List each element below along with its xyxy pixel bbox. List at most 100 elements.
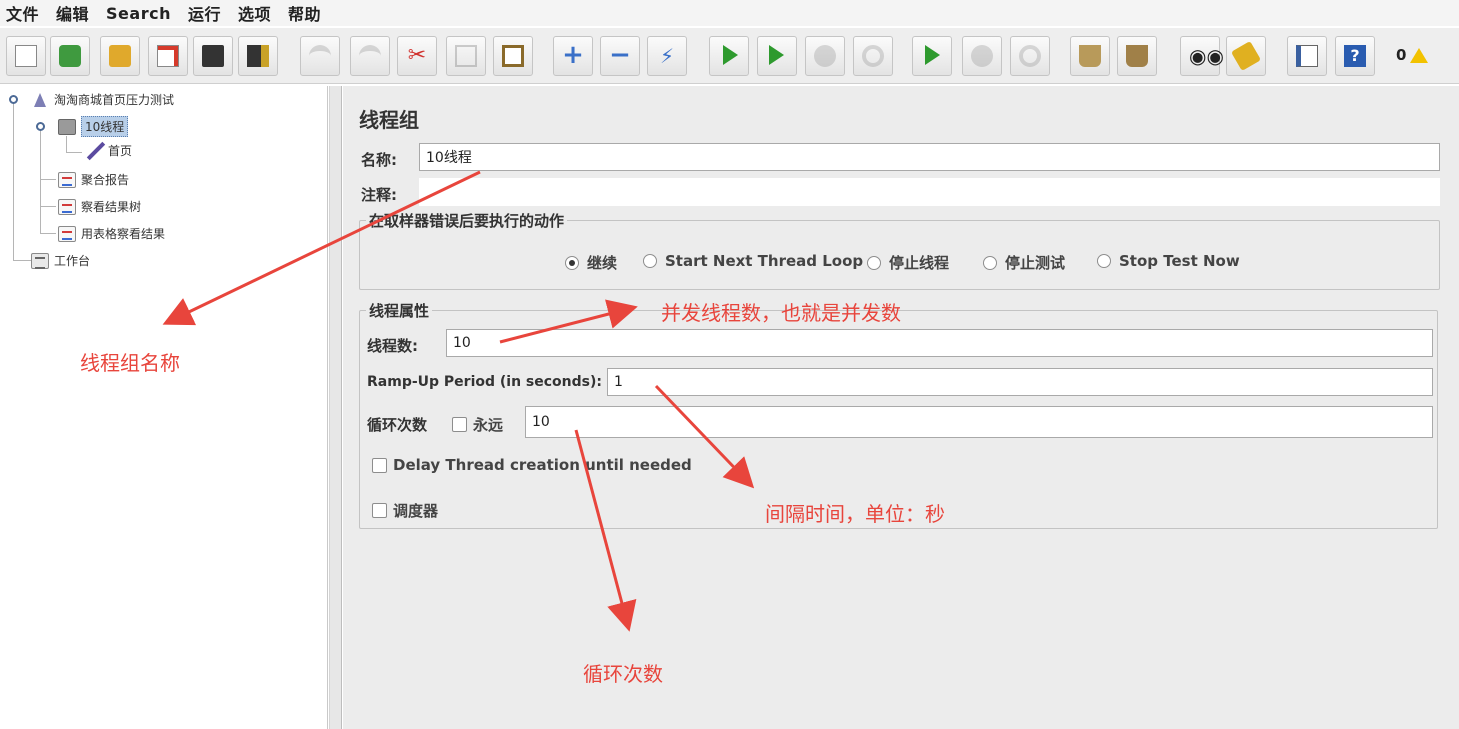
copy-button[interactable]	[446, 36, 486, 76]
checkbox-label: Delay Thread creation until needed	[393, 456, 692, 474]
tree-item-listener[interactable]: 察看结果树	[58, 198, 141, 215]
copy-icon	[455, 45, 477, 67]
templates-icon	[59, 45, 81, 67]
tree-line	[40, 130, 41, 233]
radio-label: Stop Test Now	[1119, 252, 1240, 270]
close-button[interactable]	[148, 36, 188, 76]
cut-button[interactable]: ✂	[397, 36, 437, 76]
tree-item-workbench[interactable]: 工作台	[31, 252, 90, 269]
reset-search-button[interactable]	[1226, 36, 1266, 76]
tree-item-label: 察看结果树	[81, 200, 142, 214]
templates-button[interactable]	[50, 36, 90, 76]
radio-continue[interactable]: 继续	[565, 252, 617, 273]
clear-all-button[interactable]	[1117, 36, 1157, 76]
radio-label: Start Next Thread Loop	[665, 252, 864, 270]
delay-thread-checkbox[interactable]: Delay Thread creation until needed	[372, 456, 692, 474]
close-icon	[157, 45, 179, 67]
collapse-button[interactable]: −	[600, 36, 640, 76]
open-icon	[109, 45, 131, 67]
tree-line	[40, 206, 56, 207]
radio-label: 停止测试	[1005, 254, 1066, 272]
checkbox-box	[372, 457, 387, 473]
save-button[interactable]	[193, 36, 233, 76]
remote-stop-button[interactable]	[962, 36, 1002, 76]
paste-button[interactable]	[493, 36, 533, 76]
undo-button[interactable]	[300, 36, 340, 76]
tree-item-thread-group[interactable]: 10线程	[58, 116, 129, 137]
tree-item-label: 工作台	[54, 254, 91, 268]
paste-icon	[502, 45, 524, 67]
radio-start-next-loop[interactable]: Start Next Thread Loop	[643, 252, 863, 270]
radio-stop-test-now[interactable]: Stop Test Now	[1097, 252, 1240, 270]
checkbox-label: 永远	[473, 416, 504, 434]
checkbox-box	[452, 417, 467, 432]
redo-button[interactable]	[350, 36, 390, 76]
tree-item-label: 10线程	[81, 116, 129, 137]
tree-item-label: 首页	[108, 144, 133, 158]
redo-icon	[359, 45, 381, 67]
remote-start-button[interactable]	[912, 36, 952, 76]
tree-item-listener[interactable]: 聚合报告	[58, 171, 129, 188]
collapse-icon: −	[609, 40, 631, 70]
undo-icon	[309, 45, 331, 67]
radio-stop-test[interactable]: 停止测试	[983, 252, 1065, 273]
tree-expander-test-plan[interactable]	[9, 95, 18, 104]
stop-button[interactable]	[805, 36, 845, 76]
start-no-pause-icon	[766, 45, 788, 67]
warning-icon	[1410, 47, 1429, 63]
open-button[interactable]	[100, 36, 140, 76]
panel-splitter[interactable]	[329, 86, 342, 729]
expand-icon: +	[562, 40, 584, 70]
menu-options[interactable]: 选项	[238, 1, 271, 25]
error-count-indicator[interactable]: 0	[1396, 46, 1429, 64]
tree-item-sampler[interactable]: 首页	[85, 142, 132, 159]
menu-run[interactable]: 运行	[188, 1, 221, 25]
loop-count-field[interactable]	[525, 406, 1433, 438]
shutdown-button[interactable]	[853, 36, 893, 76]
tree-item-label: 用表格察看结果	[81, 227, 166, 241]
name-field[interactable]	[419, 143, 1440, 171]
test-plan-icon	[31, 92, 49, 108]
save-as-button[interactable]	[238, 36, 278, 76]
start-icon	[718, 45, 740, 67]
forever-checkbox[interactable]: 永远	[452, 414, 503, 435]
menu-search[interactable]: Search	[106, 4, 171, 23]
annotation-loops: 循环次数	[583, 662, 663, 686]
toggle-button[interactable]: ⚡	[647, 36, 687, 76]
tree-item-listener[interactable]: 用表格察看结果	[58, 225, 165, 242]
clear-icon	[1079, 45, 1101, 67]
help-icon: ?	[1344, 45, 1366, 67]
scheduler-checkbox[interactable]: 调度器	[372, 500, 438, 521]
remote-shutdown-button[interactable]	[1010, 36, 1050, 76]
reset-search-icon	[1230, 40, 1262, 72]
toolbar: ✂ + − ⚡ ◉◉ ? 0	[0, 28, 1459, 84]
tree-expander-thread-group[interactable]	[36, 122, 45, 131]
thread-group-panel: 线程组 名称: 注释: 在取样器错误后要执行的动作 继续 Start Next …	[343, 86, 1459, 729]
checkbox-box	[372, 503, 387, 518]
menu-file[interactable]: 文件	[6, 1, 39, 25]
new-button[interactable]	[6, 36, 46, 76]
threads-label: 线程数:	[367, 337, 418, 355]
rampup-label: Ramp-Up Period (in seconds):	[367, 374, 602, 390]
menu-help[interactable]: 帮助	[288, 1, 321, 25]
help-button[interactable]: ?	[1335, 36, 1375, 76]
tree-item-label: 淘淘商城首页压力测试	[54, 93, 175, 107]
clear-button[interactable]	[1070, 36, 1110, 76]
tree-item-test-plan[interactable]: 淘淘商城首页压力测试	[31, 91, 174, 108]
annotation-group-name: 线程组名称	[80, 351, 180, 375]
comment-field[interactable]	[419, 178, 1440, 206]
search-button[interactable]: ◉◉	[1180, 36, 1224, 76]
start-button[interactable]	[709, 36, 749, 76]
tree-line	[66, 136, 82, 153]
sampler-icon	[85, 143, 103, 159]
menu-edit[interactable]: 编辑	[56, 1, 89, 25]
search-icon: ◉◉	[1189, 44, 1224, 68]
expand-button[interactable]: +	[553, 36, 593, 76]
threads-field[interactable]	[446, 329, 1433, 357]
function-helper-button[interactable]	[1287, 36, 1327, 76]
listener-icon	[58, 198, 76, 215]
start-no-pause-button[interactable]	[757, 36, 797, 76]
save-as-icon	[247, 45, 269, 67]
radio-stop-thread[interactable]: 停止线程	[867, 252, 949, 273]
rampup-field[interactable]	[607, 368, 1433, 396]
